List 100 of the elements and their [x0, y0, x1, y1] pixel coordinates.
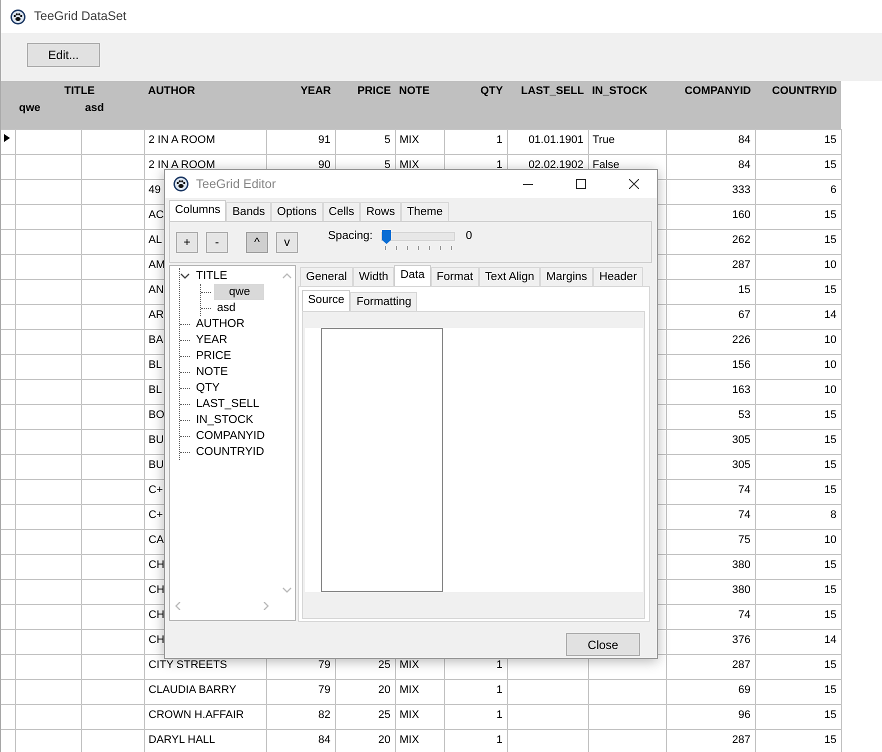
tab[interactable]: Formatting [350, 292, 418, 311]
column-header[interactable]: IN_STOCK [592, 85, 648, 97]
table-cell: MIX [400, 158, 420, 170]
tab[interactable]: Theme [400, 202, 449, 221]
tree-item[interactable]: LAST_SELL [193, 396, 262, 412]
tree-item[interactable]: NOTE [193, 364, 231, 380]
table-cell: 15 [824, 658, 836, 670]
table-cell: 15 [824, 708, 836, 720]
tab[interactable]: Options [271, 202, 323, 221]
table-cell: 160 [732, 208, 750, 220]
table-cell: CH [148, 584, 164, 596]
tree-item[interactable]: qwe [214, 284, 264, 300]
tree-item[interactable]: QTY [193, 380, 223, 396]
tab[interactable]: General [300, 267, 353, 286]
column-header[interactable]: NOTE [399, 85, 430, 97]
column-header[interactable]: AUTHOR [148, 85, 196, 97]
tab[interactable]: Cells [322, 202, 360, 221]
column-header[interactable]: QTY [480, 85, 503, 97]
close-icon [629, 179, 639, 189]
edit-button[interactable]: Edit... [27, 43, 100, 67]
tool-button[interactable]: v [276, 232, 298, 252]
table-cell: C+ [148, 508, 163, 520]
table-cell: 376 [732, 634, 750, 646]
tree-item[interactable]: YEAR [193, 332, 230, 348]
maximize-icon [576, 179, 586, 189]
tree-item[interactable]: asd [214, 300, 239, 316]
tab[interactable]: Format [430, 267, 480, 286]
table-cell: 333 [732, 184, 750, 196]
table-cell: CLAUDIA BARRY [148, 684, 236, 696]
table-cell: 2 IN A ROOM [148, 134, 216, 146]
table-cell: 226 [732, 334, 750, 346]
window-title: TeeGrid DataSet [34, 8, 126, 26]
tab[interactable]: Margins [540, 267, 594, 286]
slider-thumb[interactable] [382, 230, 391, 244]
tree-view[interactable]: TITLE qwe asd AUTHOR YEAR PRICE NOTE QTY LAST_SELL IN_STOCK COMPANYID COUNTRYID [169, 265, 296, 621]
table-cell: MIX [400, 708, 420, 720]
spacing-value: 0 [466, 229, 472, 244]
tab[interactable]: Bands [226, 202, 271, 221]
column-header[interactable]: TITLE [64, 85, 95, 97]
table-cell: 1 [496, 134, 502, 146]
tab[interactable]: Header [593, 267, 643, 286]
table-cell: 90 [318, 158, 330, 170]
table-cell: 380 [732, 558, 750, 570]
table-cell: CH [148, 608, 164, 620]
tab[interactable]: Source [302, 290, 350, 311]
scroll-up-icon [282, 272, 292, 280]
tab[interactable]: Text Align [479, 267, 540, 286]
table-cell: 10 [824, 534, 836, 546]
paw-icon [10, 8, 26, 24]
table-cell: CITY STREETS [148, 658, 228, 670]
table-cell: 1 [496, 158, 502, 170]
table-cell: AR [148, 308, 164, 320]
tab[interactable]: Rows [360, 202, 401, 221]
slider-track[interactable] [380, 232, 455, 241]
tree-item[interactable]: IN_STOCK [193, 412, 256, 428]
table-cell: 15 [824, 484, 836, 496]
table-cell: 15 [824, 434, 836, 446]
tree-item[interactable]: AUTHOR [193, 316, 248, 332]
tool-button[interactable]: ^ [246, 232, 268, 252]
table-cell: 15 [824, 734, 836, 746]
tab[interactable]: Columns [169, 200, 226, 221]
table-cell: 74 [738, 484, 750, 496]
table-cell: 79 [318, 684, 330, 696]
column-header[interactable]: LAST_SELL [521, 85, 584, 97]
list-box[interactable] [321, 328, 443, 592]
tree-item[interactable]: COMPANYID [193, 428, 268, 444]
tree-item[interactable]: TITLE [193, 268, 230, 284]
chevron-icon[interactable] [180, 271, 190, 281]
tool-button[interactable]: + [176, 232, 198, 252]
table-cell: 305 [732, 434, 750, 446]
spacing-label: Spacing: [328, 229, 373, 244]
scroll-down-icon [282, 586, 292, 594]
column-header[interactable]: YEAR [300, 85, 331, 97]
column-header[interactable]: COMPANYID [684, 85, 751, 97]
table-cell: 02.02.1902 [528, 158, 584, 170]
tab[interactable]: Width [352, 267, 394, 286]
column-header[interactable]: COUNTRYID [772, 85, 837, 97]
table-cell: 156 [732, 358, 750, 370]
table-cell: 15 [824, 608, 836, 620]
table-cell: BU [148, 434, 164, 446]
table-cell: 287 [732, 734, 750, 746]
table-cell: MIX [400, 658, 420, 670]
close-button[interactable]: Close [566, 633, 640, 656]
column-header[interactable]: qwe [19, 102, 40, 114]
table-cell: 287 [732, 658, 750, 670]
table-cell: AL [148, 234, 162, 246]
tree-item[interactable]: COUNTRYID [193, 444, 268, 460]
paw-icon [173, 176, 189, 192]
tab[interactable]: Data [394, 265, 431, 286]
column-header[interactable]: PRICE [357, 85, 391, 97]
table-cell: 75 [738, 534, 750, 546]
table-cell: 1 [496, 708, 502, 720]
table-cell: 79 [318, 658, 330, 670]
table-cell: 91 [318, 134, 330, 146]
table-cell: MIX [400, 734, 420, 746]
column-header[interactable]: asd [85, 102, 104, 114]
table-cell: DARYL HALL [148, 734, 216, 746]
tree-item[interactable]: PRICE [193, 348, 234, 364]
table-cell: 84 [318, 734, 330, 746]
tool-button[interactable]: - [206, 232, 228, 252]
